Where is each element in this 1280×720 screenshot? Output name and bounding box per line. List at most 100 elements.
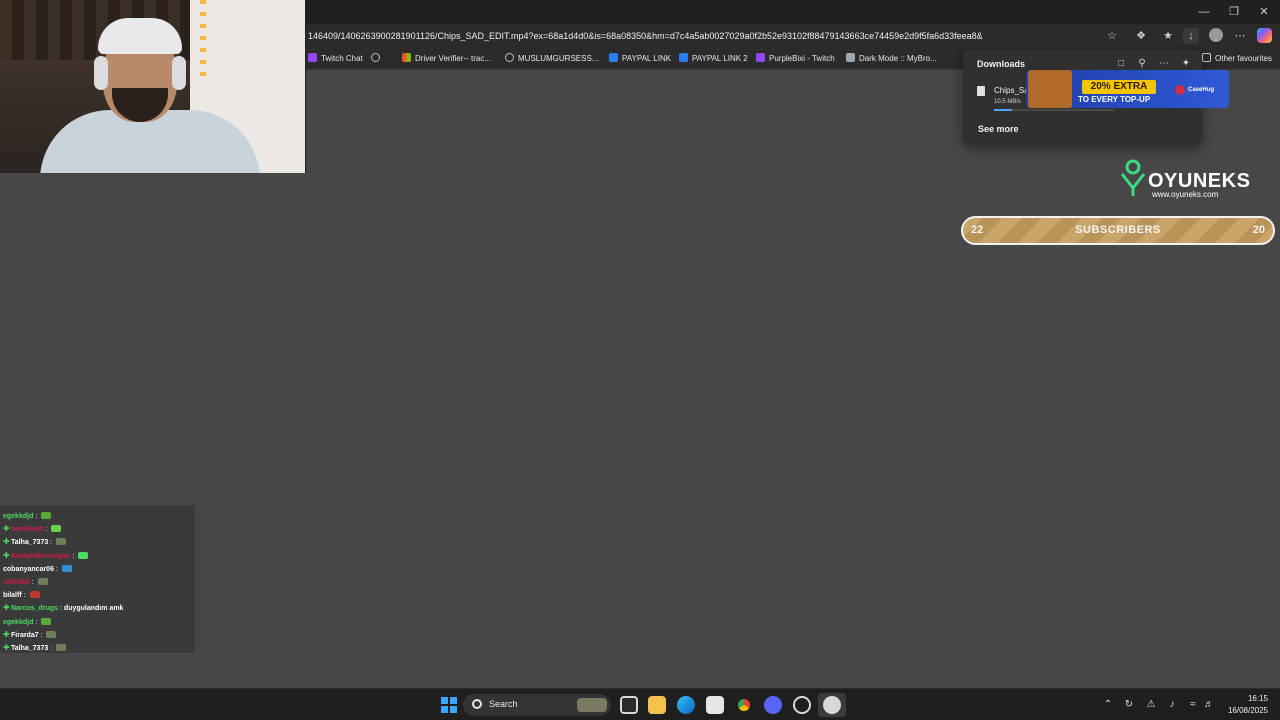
favourite-muslumgursess[interactable]: MUSLUMGURSESS... (505, 52, 598, 66)
wifi-icon[interactable]: ≈ (1186, 698, 1200, 712)
see-more-link[interactable]: See more (978, 124, 1019, 134)
favourite-paypal-link-2[interactable]: PAYPAL LINK 2 (679, 52, 748, 66)
chat-emote-icon (46, 630, 57, 638)
store-icon[interactable] (706, 696, 724, 714)
volume-icon[interactable]: ♬ (1202, 698, 1216, 712)
chat-separator: : (53, 565, 60, 573)
favourite-driver-verifier[interactable]: Driver Verifier-- trac... (402, 52, 491, 66)
ad-headline: 20% EXTRA (1082, 80, 1156, 94)
edge-icon[interactable] (677, 696, 695, 714)
subscriber-badge-icon: ✚ (3, 537, 10, 547)
tray-sync-icon[interactable]: ↻ (1122, 698, 1136, 712)
open-folder-icon[interactable]: □ (1114, 57, 1128, 71)
ad-subline: TO EVERY TOP-UP (1078, 95, 1151, 104)
ad-brand-icon (1175, 85, 1185, 95)
chat-message: ✚herakles0 : (3, 523, 62, 536)
chat-message: egekkdjd : (3, 510, 52, 523)
puzzle-icon (846, 53, 855, 62)
subscriber-goal-bar: SUBSCRIBERS 22 20 (961, 216, 1275, 245)
chat-emote-icon (41, 512, 52, 519)
chat-username: ratfi4ikk (3, 579, 30, 586)
chat-separator: : (33, 513, 40, 520)
globe-icon (371, 53, 380, 62)
favourite-dark-mode[interactable]: Dark Mode :: MyBro... (846, 52, 937, 66)
chat-emote-icon (37, 578, 48, 585)
tray-overflow-icon[interactable]: ⌃ (1101, 698, 1115, 712)
search-downloads-icon[interactable]: ⚲ (1135, 57, 1149, 71)
webcam-overlay (0, 0, 306, 173)
downloads-title: Downloads (977, 59, 1026, 69)
search-icon (472, 699, 482, 709)
chat-message: ✚Talha_7373 : (3, 536, 67, 549)
download-speed: 10.5 MB/s (994, 99, 1022, 105)
search-label: Search (489, 699, 518, 709)
chat-separator: : (43, 526, 50, 534)
chat-emote-icon (56, 644, 67, 651)
downloads-icon[interactable]: ↓ (1183, 28, 1199, 44)
clock-date[interactable]: 16/08/2025 (1222, 706, 1268, 715)
taskbar-search[interactable]: Search (463, 694, 611, 716)
favourite-twitch-chat[interactable]: Twitch Chat (308, 52, 363, 66)
file-icon (977, 86, 985, 96)
oyuneks-logo-icon (1120, 159, 1146, 196)
favorite-star-icon[interactable]: ☆ (1104, 28, 1120, 44)
paypal-icon (679, 53, 688, 62)
task-view-icon[interactable] (620, 696, 638, 714)
chat-separator: : (21, 592, 28, 600)
chat-emote-icon (41, 617, 52, 625)
chrome-icon[interactable] (735, 696, 753, 714)
extensions-icon[interactable]: ❖ (1133, 28, 1149, 44)
subscriber-badge-icon: ✚ (3, 524, 10, 534)
chat-username: bilalff (3, 592, 22, 600)
subscriber-badge-icon: ✚ (3, 550, 10, 560)
microsoft-icon (402, 53, 411, 62)
discord-icon[interactable] (764, 696, 782, 714)
chat-username: cobanyancar06 (3, 565, 54, 573)
download-file-name[interactable]: Chips_SA (994, 86, 1030, 95)
profile-avatar[interactable] (1209, 28, 1223, 42)
minimize-icon[interactable]: — (1196, 4, 1212, 20)
chat-message: ✚Narcos_drugs : duygulandım amk (3, 602, 123, 615)
other-favourites[interactable]: Other favourites (1202, 52, 1272, 66)
chat-separator: : (29, 579, 36, 586)
download-progress-fill (994, 109, 1012, 111)
subscriber-goal-label: SUBSCRIBERS (1075, 224, 1161, 236)
chat-username: egekkdjd (3, 618, 34, 626)
folder-icon (1202, 53, 1211, 62)
paypal-icon (609, 53, 618, 62)
microphone-icon[interactable]: ♪ (1165, 698, 1179, 712)
taskbar: Search ⌃ ↻ ⚠ ♪ ≈ ♬ 16:15 16/08/2025 (0, 688, 1280, 720)
chat-separator: : (38, 631, 45, 639)
chat-username: herakles0 (11, 526, 44, 534)
steam-icon[interactable] (823, 696, 841, 714)
more-options-icon[interactable]: ⋯ (1157, 57, 1171, 71)
chat-message: ✚Firarda7 : (3, 629, 57, 642)
address-bar[interactable]: 146409/1406263900281901126/Chips_SAD_EDI… (306, 26, 1124, 46)
windows-start-icon[interactable] (441, 697, 457, 713)
chat-message: egekkdjd : (3, 616, 52, 629)
chat-username: KahtaliMormegtar (11, 552, 71, 560)
chat-emote-icon (56, 538, 67, 546)
more-menu-icon[interactable]: ⋯ (1232, 28, 1248, 44)
pin-icon[interactable]: ✦ (1179, 57, 1193, 71)
favourite-globe[interactable] (371, 52, 384, 66)
chat-message: bilalff : (3, 589, 40, 602)
ad-banner[interactable]: 20% EXTRA TO EVERY TOP-UP CaseHug (1026, 70, 1229, 108)
webcam-string-lights (200, 0, 206, 80)
clock-time[interactable]: 16:15 (1240, 694, 1268, 703)
close-icon[interactable]: ✕ (1256, 4, 1272, 20)
favourites-icon[interactable]: ★ (1160, 28, 1176, 44)
restore-icon[interactable]: ❐ (1226, 4, 1242, 20)
file-explorer-icon[interactable] (648, 696, 666, 714)
tray-app-icon[interactable]: ⚠ (1144, 698, 1158, 712)
twitch-icon (308, 53, 317, 62)
download-progress-bar (994, 109, 1114, 111)
chat-message: cobanyancar06 : (3, 563, 72, 576)
favourite-paypal-link[interactable]: PAYPAL LINK (609, 52, 671, 66)
copilot-icon[interactable] (1257, 28, 1272, 43)
steam-alt-icon[interactable] (793, 696, 811, 714)
favourite-purplebixi[interactable]: PurpleBixi - Twitch (756, 52, 835, 66)
search-highlight-art (577, 698, 607, 712)
chat-message: ✚Talha_7373 : (3, 642, 67, 655)
chat-separator: : (33, 618, 40, 626)
